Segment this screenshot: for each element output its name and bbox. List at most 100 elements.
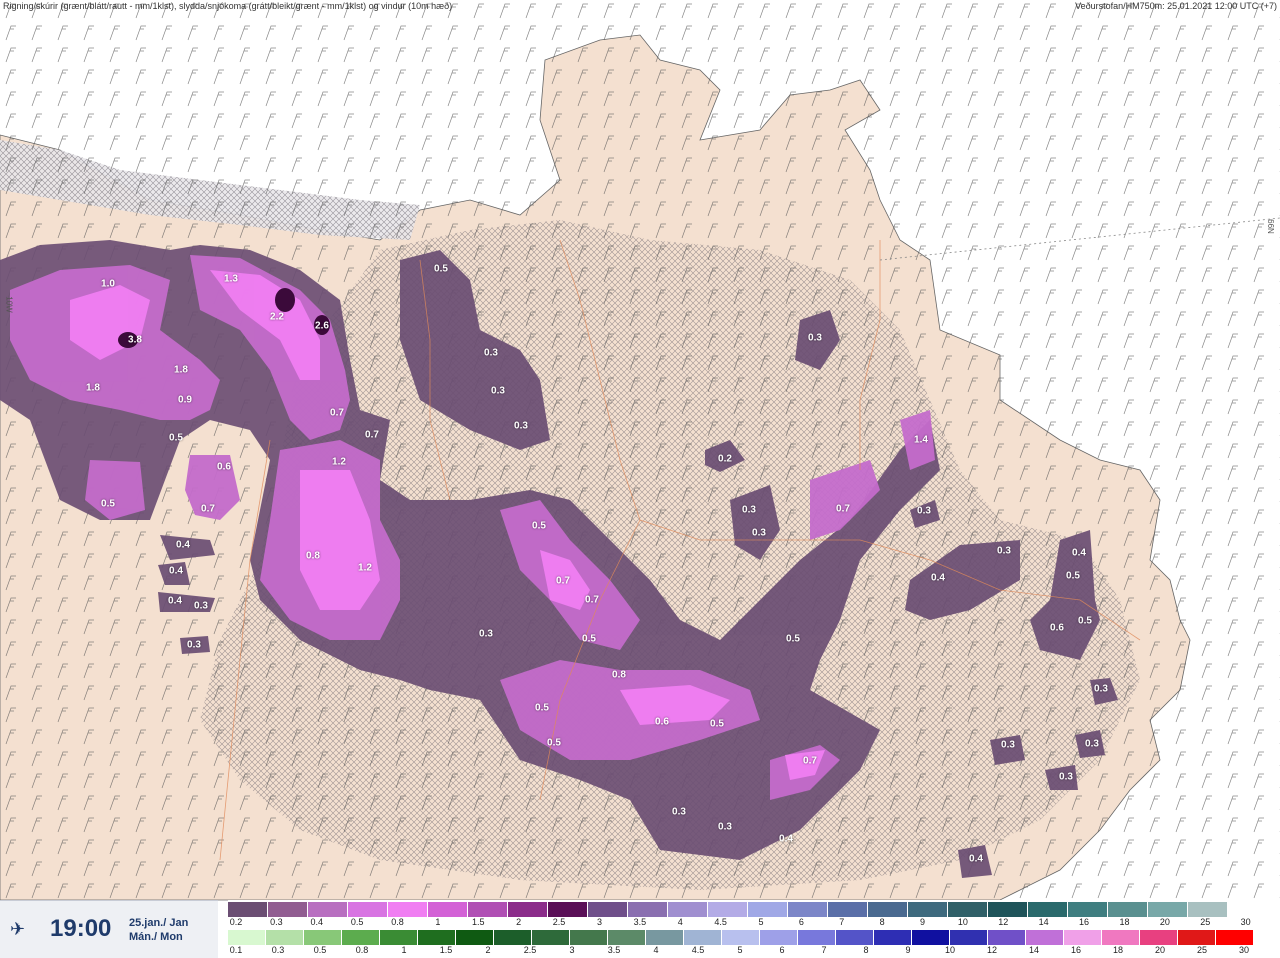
rain-legend-tick: 7 (821, 945, 827, 955)
rain-legend-swatch (874, 930, 912, 945)
rain-legend-swatch (1102, 930, 1140, 945)
rain-legend-tick: 8 (863, 945, 869, 955)
precip-value: 0.3 (484, 347, 498, 359)
precip-value: 0.7 (365, 429, 379, 441)
precip-value: 0.3 (997, 545, 1011, 557)
rain-legend-swatch (646, 930, 684, 945)
rain-legend-tick: 0.3 (271, 945, 285, 955)
snow-legend-swatch (948, 902, 988, 917)
precip-value: 0.3 (808, 332, 822, 344)
precip-value: 0.3 (672, 806, 686, 818)
snow-legend-tick: 20 (1159, 917, 1170, 927)
precip-value: 0.4 (1072, 547, 1086, 559)
snow-legend-swatch (1028, 902, 1068, 917)
snow-legend-swatch (868, 902, 908, 917)
rain-legend-tick: 10 (944, 945, 956, 955)
rain-legend-tick: 0.5 (313, 945, 327, 955)
snow-legend-swatch (268, 902, 308, 917)
precip-value: 0.7 (201, 503, 215, 515)
rain-legend-swatch (1026, 930, 1064, 945)
snow-legend-swatch (348, 902, 388, 917)
precip-value: 2.6 (315, 320, 329, 332)
precip-value: 1.8 (174, 364, 188, 376)
rain-legend-swatch (418, 930, 456, 945)
snow-legend-tick: 0.5 (350, 917, 364, 927)
rain-legend-tick: 4 (653, 945, 659, 955)
snow-legend-tick: 0.8 (391, 917, 404, 927)
precip-value: 0.8 (612, 669, 626, 681)
precip-value: 0.5 (532, 520, 546, 532)
rain-legend-tick: 20 (1154, 945, 1166, 955)
rain-legend-swatch (228, 930, 266, 945)
snow-legend-swatch (508, 902, 548, 917)
precip-value: 0.5 (101, 498, 115, 510)
precip-value: 0.7 (556, 575, 570, 587)
precip-value: 1.3 (224, 273, 238, 285)
snow-legend-tick: 1.5 (472, 917, 485, 927)
snow-legend-swatch (1188, 902, 1228, 917)
rain-legend-swatch (950, 930, 988, 945)
snow-legend-row (228, 902, 1268, 917)
snow-legend-swatch (388, 902, 428, 917)
snow-legend-swatch (308, 902, 348, 917)
snow-legend-tick: 4 (677, 917, 683, 927)
precip-value: 0.9 (178, 394, 192, 406)
aircraft-play-icon[interactable]: ✈ (10, 919, 25, 940)
snow-legend-tick: 2.5 (552, 917, 566, 927)
rain-legend-tick: 12 (986, 945, 998, 955)
rain-legend-swatch (266, 930, 304, 945)
time-display[interactable]: ✈ 19:00 25.jan./ Jan Mán./ Mon (0, 900, 218, 958)
snow-legend-swatch (1148, 902, 1188, 917)
snow-legend-swatch (708, 902, 748, 917)
snow-legend-swatch (988, 902, 1028, 917)
rain-legend-swatch (380, 930, 418, 945)
rain-legend-tick: 1 (401, 945, 407, 955)
rain-legend-tick: 14 (1028, 945, 1040, 955)
precip-value: 0.4 (969, 853, 983, 865)
snow-legend-tick: 6 (798, 917, 804, 927)
snow-legend-tick: 0.3 (270, 917, 283, 927)
rain-legend-tick: 1.5 (439, 945, 453, 955)
snow-legend-tick: 10 (957, 917, 968, 927)
snow-legend-swatch (428, 902, 468, 917)
rain-legend-tick: 0.1 (229, 945, 243, 955)
precip-value: 0.8 (306, 550, 320, 562)
rain-legend-swatch (836, 930, 874, 945)
precip-value: 0.3 (491, 385, 505, 397)
rain-legend-swatch (912, 930, 950, 945)
rain-legend-tick: 18 (1112, 945, 1124, 955)
rain-legend-tick: 25 (1196, 945, 1208, 955)
precip-value: 0.5 (169, 432, 183, 444)
precip-value: 3.8 (128, 334, 142, 346)
precip-value: 0.5 (434, 263, 448, 275)
precip-value: 0.5 (786, 633, 800, 645)
snow-legend-tick: 12 (998, 917, 1009, 927)
snow-legend-swatch (788, 902, 828, 917)
precip-value: 1.2 (332, 456, 346, 468)
snow-legend-tick: 3.5 (633, 917, 647, 927)
forecast-time: 19:00 (50, 915, 112, 942)
precip-value: 1.2 (358, 562, 372, 574)
precip-value: 0.7 (803, 755, 817, 767)
rain-legend-tick: 30 (1238, 945, 1250, 955)
precip-value: 0.5 (1078, 615, 1092, 627)
snow-legend-swatch (668, 902, 708, 917)
precip-value: 0.7 (836, 503, 850, 515)
precip-value: 0.4 (169, 565, 183, 577)
precip-value: 0.5 (535, 702, 549, 714)
snow-legend-tick: 8 (879, 917, 885, 927)
snow-legend-tick: 3 (596, 917, 602, 927)
snow-legend-tick: 16 (1079, 917, 1090, 927)
precip-value: 0.3 (1059, 771, 1073, 783)
model-run-info: Veðurstofan/HM750m: 25.01.2021 12:00 UTC… (1075, 1, 1277, 11)
snow-legend-tick: 0.2 (229, 917, 243, 927)
precip-value: 2.2 (270, 311, 284, 323)
rain-legend-tick: 0.8 (355, 945, 369, 955)
snow-legend-tick: 14 (1038, 917, 1049, 927)
snow-legend-swatch (908, 902, 948, 917)
rain-legend-swatch (684, 930, 722, 945)
rain-legend-tick: 9 (905, 945, 911, 955)
rain-legend-row (228, 930, 1254, 945)
rain-legend-swatch (988, 930, 1026, 945)
rain-legend-swatch (798, 930, 836, 945)
